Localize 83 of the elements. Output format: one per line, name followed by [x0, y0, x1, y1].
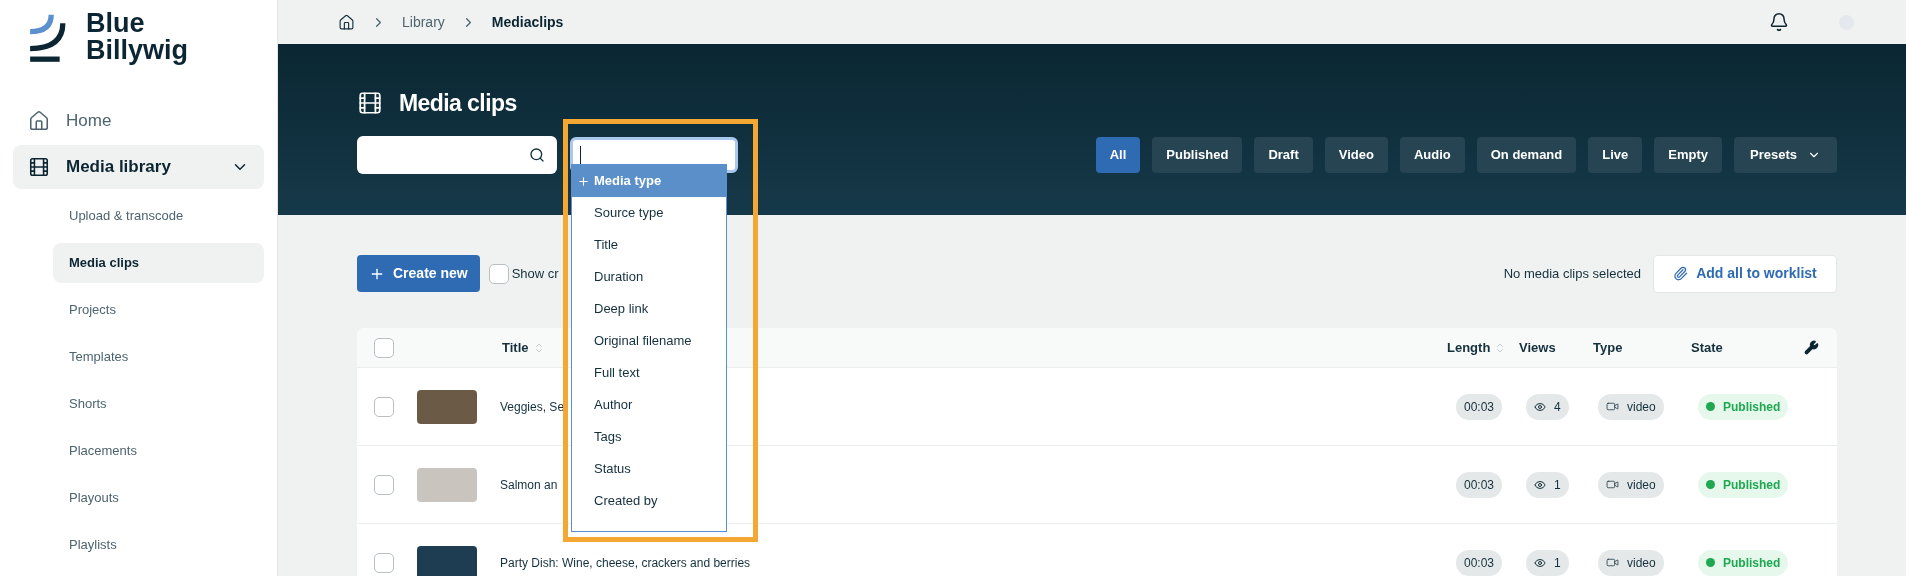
- column-header[interactable]: Length: [1447, 337, 1507, 358]
- notification-icon[interactable]: [1769, 12, 1789, 32]
- menu-item[interactable]: Title: [572, 229, 726, 261]
- views-badge: 1: [1526, 549, 1569, 576]
- checkbox[interactable]: [374, 396, 394, 417]
- views-badge: 1: [1526, 471, 1569, 498]
- nav-item[interactable]: Media library: [13, 145, 264, 189]
- photo-placeholder: [417, 545, 477, 576]
- menu-item[interactable]: Duration: [572, 261, 726, 293]
- photo-placeholder: [417, 467, 477, 502]
- film-icon: [357, 90, 383, 116]
- views-badge: 4: [1526, 393, 1569, 420]
- eye-icon: [1534, 400, 1546, 413]
- state-badge: Published: [1698, 549, 1789, 576]
- breadcrumb-item: Mediaclips: [491, 12, 564, 32]
- film-icon: [28, 156, 50, 178]
- eye-icon: [1534, 478, 1546, 491]
- filter-tab[interactable]: Audio: [1399, 137, 1465, 173]
- nav-item[interactable]: Home: [13, 99, 264, 143]
- nav-subitem[interactable]: Media clips: [53, 243, 264, 283]
- checkbox[interactable]: [374, 552, 394, 573]
- paperclip-icon: [1673, 266, 1689, 281]
- nav-subitem[interactable]: Upload & transcode: [53, 196, 264, 236]
- nav-subitem[interactable]: Shorts: [53, 384, 264, 424]
- column-header: State: [1691, 338, 1723, 357]
- text-cursor: [580, 146, 581, 164]
- checkbox[interactable]: [488, 263, 509, 284]
- column-header[interactable]: Title: [502, 337, 545, 358]
- menu-item[interactable]: Deep link: [572, 293, 726, 325]
- type-badge: video: [1598, 471, 1664, 498]
- menu-item[interactable]: Status: [572, 453, 726, 485]
- type-badge: video: [1598, 393, 1664, 420]
- state-badge: Published: [1698, 393, 1789, 420]
- home-icon: [28, 110, 50, 132]
- selection-status: No media clips selected: [1503, 264, 1641, 283]
- checkbox[interactable]: [374, 337, 394, 358]
- presets-dropdown[interactable]: Presets: [1734, 137, 1837, 173]
- filter-tab[interactable]: Empty: [1654, 137, 1722, 173]
- menu-item[interactable]: Full text: [572, 357, 726, 389]
- checkbox[interactable]: [374, 474, 394, 495]
- eye-icon: [1534, 556, 1546, 569]
- length-badge: 00:03: [1456, 393, 1503, 420]
- nav-subitem[interactable]: Templates: [53, 337, 264, 377]
- photo-placeholder: [417, 389, 477, 424]
- search-icon: [529, 147, 545, 163]
- add-to-worklist-button[interactable]: Add all to worklist: [1653, 254, 1837, 293]
- breadcrumb-item[interactable]: Library: [402, 11, 445, 33]
- length-badge: 00:03: [1456, 471, 1503, 498]
- search-field[interactable]: [357, 136, 557, 174]
- create-new-button[interactable]: Create new: [357, 255, 480, 292]
- type-badge: video: [1598, 549, 1664, 576]
- menu-item[interactable]: Original filename: [572, 325, 726, 357]
- column-header: Type: [1593, 338, 1623, 357]
- clip-title[interactable]: Salmon an: [500, 475, 558, 494]
- menu-item[interactable]: Tags: [572, 421, 726, 453]
- logo-wordmark: Blue Billywig: [86, 10, 188, 64]
- length-badge: 00:03: [1456, 549, 1503, 576]
- settings-icon[interactable]: [1804, 340, 1819, 355]
- filter-tab[interactable]: Published: [1152, 137, 1243, 173]
- clip-title[interactable]: Veggies, Se: [500, 397, 565, 416]
- filter-tab[interactable]: On demand: [1476, 137, 1577, 173]
- filter-tab[interactable]: All: [1095, 137, 1141, 173]
- column-header: Views: [1519, 338, 1556, 357]
- clip-title[interactable]: Party Dish: Wine, cheese, crackers and berries: [500, 553, 751, 572]
- nav-subitem[interactable]: Playlists: [53, 525, 264, 565]
- filter-tab[interactable]: Live: [1588, 137, 1643, 173]
- menu-item[interactable]: Source type: [572, 197, 726, 229]
- checkbox-label: Show cr: [511, 264, 559, 283]
- filter-tab[interactable]: Draft: [1254, 137, 1313, 173]
- home-icon[interactable]: [338, 13, 355, 31]
- state-badge: Published: [1698, 471, 1789, 498]
- menu-item[interactable]: Author: [572, 389, 726, 421]
- video-camera-icon: [1606, 556, 1619, 569]
- filter-tab[interactable]: Video: [1324, 137, 1388, 173]
- logo-icon: [28, 12, 66, 62]
- nav-subitem[interactable]: Placements: [53, 431, 264, 471]
- plus-icon: [577, 174, 590, 188]
- video-camera-icon: [1606, 478, 1619, 491]
- menu-item[interactable]: Created by: [572, 485, 726, 517]
- nav-subitem[interactable]: Projects: [53, 290, 264, 330]
- video-camera-icon: [1606, 400, 1619, 413]
- nav-subitem[interactable]: Playouts: [53, 478, 264, 518]
- page-title: Media clips: [399, 88, 517, 118]
